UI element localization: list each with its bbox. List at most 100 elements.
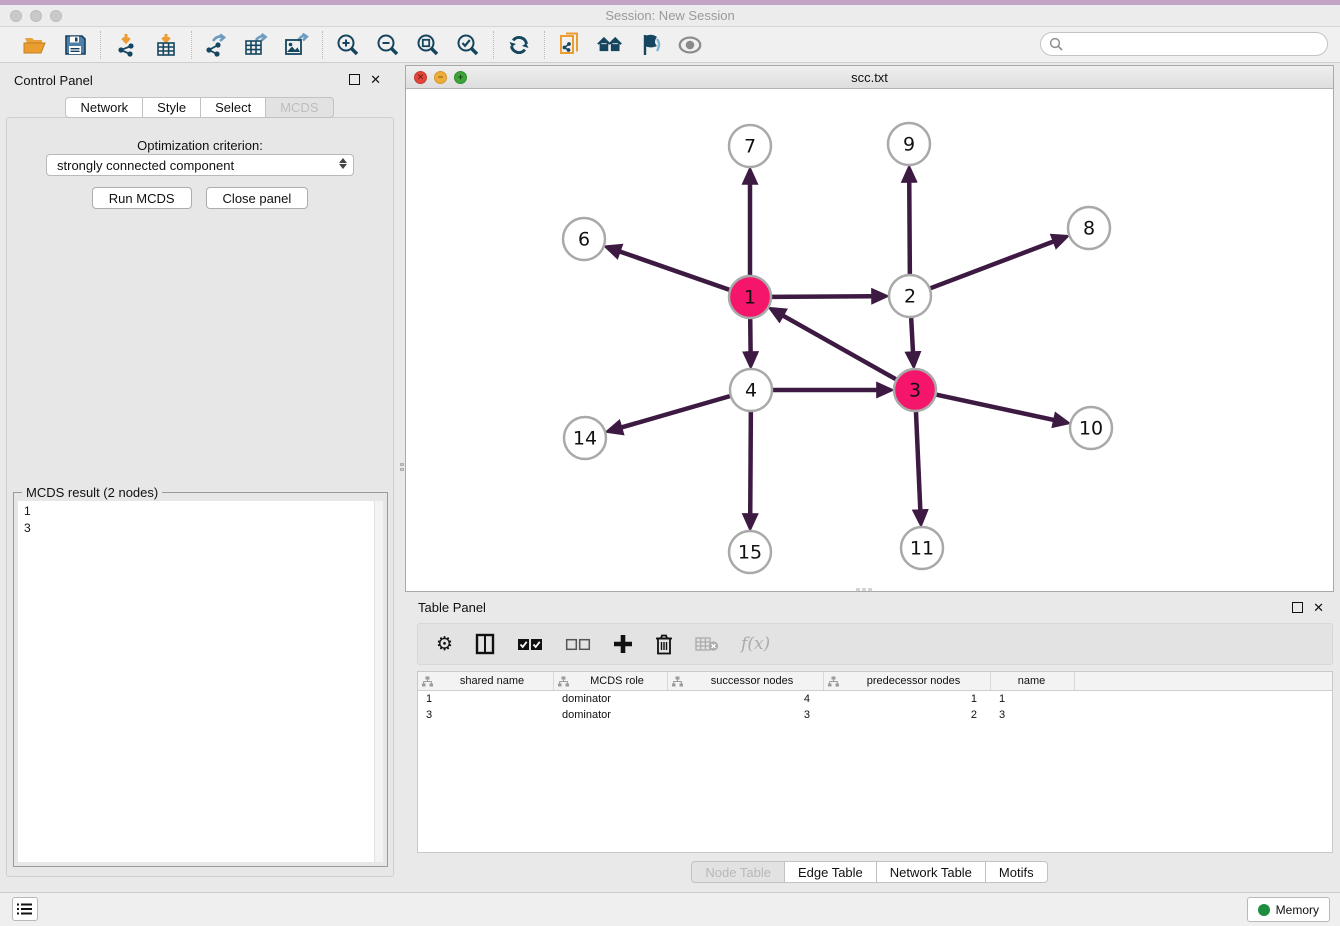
edge-1-2[interactable] (772, 296, 873, 297)
table-close-panel-icon[interactable]: ✕ (1313, 601, 1324, 614)
control-panel-tabs: NetworkStyleSelectMCDS (0, 97, 399, 118)
task-history-button[interactable] (12, 897, 38, 921)
deselect-all-icon[interactable] (565, 638, 591, 651)
column-header-successor_nodes[interactable]: successor nodes (668, 672, 824, 690)
tab-network-table[interactable]: Network Table (877, 861, 986, 883)
control-panel-title: Control Panel (14, 73, 93, 88)
cell-mcds_role[interactable]: dominator (554, 709, 668, 721)
cell-name[interactable]: 3 (991, 709, 1075, 721)
cell-successor_nodes[interactable]: 4 (668, 693, 824, 705)
node-label-9: 9 (903, 134, 915, 156)
cell-name[interactable]: 1 (991, 693, 1075, 705)
network-window-title: scc.txt (406, 70, 1333, 85)
result-scrollbar[interactable] (374, 501, 383, 862)
mcds-result-list[interactable]: 1 3 (18, 501, 383, 862)
table-panel-title: Table Panel (418, 600, 486, 615)
tab-style[interactable]: Style (143, 97, 201, 118)
run-mcds-button[interactable]: Run MCDS (92, 187, 192, 209)
table-row[interactable]: 1dominator411 (418, 691, 1332, 707)
select-all-icon[interactable] (517, 638, 543, 651)
show-hide-icon[interactable] (677, 32, 703, 58)
edge-4-15[interactable] (750, 412, 751, 515)
control-panel-header: Control Panel ✕ (0, 65, 399, 95)
node-label-3: 3 (909, 380, 921, 402)
memory-button[interactable]: Memory (1247, 897, 1330, 922)
tab-mcds[interactable]: MCDS (266, 97, 333, 118)
column-header-predecessor_nodes[interactable]: predecessor nodes (824, 672, 991, 690)
add-column-icon[interactable] (613, 634, 633, 654)
cell-successor_nodes[interactable]: 3 (668, 709, 824, 721)
cell-shared_name[interactable]: 3 (418, 709, 554, 721)
tab-node-table[interactable]: Node Table (691, 861, 785, 883)
network-window-titlebar[interactable]: ✕ − + scc.txt (406, 66, 1333, 89)
search-icon (1049, 37, 1063, 51)
network-canvas[interactable]: 7968124314101511 (406, 89, 1333, 591)
clone-network-icon[interactable] (557, 32, 583, 58)
close-panel-button[interactable]: Close panel (206, 187, 309, 209)
import-network-icon[interactable] (113, 32, 139, 58)
zoom-out-icon[interactable] (375, 32, 401, 58)
search-box[interactable] (1040, 32, 1328, 56)
refresh-icon[interactable] (506, 32, 532, 58)
table-header-row: shared nameMCDS rolesuccessor nodesprede… (418, 672, 1332, 691)
zoom-selected-icon[interactable] (455, 32, 481, 58)
cell-mcds_role[interactable]: dominator (554, 693, 668, 705)
network-graph[interactable]: 7968124314101511 (406, 89, 1333, 591)
table-row[interactable]: 3dominator323 (418, 707, 1332, 723)
edge-3-11[interactable] (916, 412, 920, 511)
zoom-in-icon[interactable] (335, 32, 361, 58)
main-toolbar (0, 27, 1340, 63)
delete-table-icon[interactable] (695, 636, 719, 652)
zoom-fit-icon[interactable] (415, 32, 441, 58)
search-input[interactable] (1063, 37, 1313, 51)
list-icon (17, 902, 33, 916)
edge-4-14[interactable] (621, 396, 730, 428)
column-header-shared_name[interactable]: shared name (418, 672, 554, 690)
status-bar: Memory (0, 892, 1340, 926)
mcds-result-group: MCDS result (2 nodes) 1 3 (13, 492, 388, 867)
close-panel-icon[interactable]: ✕ (370, 73, 381, 86)
edge-2-8[interactable] (931, 241, 1055, 288)
export-image-icon[interactable] (284, 32, 310, 58)
app-title: Session: New Session (0, 8, 1340, 23)
table-settings-icon[interactable]: ⚙ (436, 633, 453, 655)
sort-tree-icon (558, 676, 569, 687)
edge-3-1[interactable] (782, 315, 896, 379)
memory-label: Memory (1276, 903, 1319, 917)
sort-tree-icon (422, 676, 433, 687)
table-float-panel-icon[interactable] (1292, 602, 1303, 613)
tab-motifs[interactable]: Motifs (986, 861, 1048, 883)
edge-2-3[interactable] (911, 318, 913, 353)
edge-3-10[interactable] (937, 395, 1055, 421)
panel-divider-handle[interactable] (399, 458, 404, 476)
node-label-10: 10 (1079, 418, 1103, 440)
tab-network[interactable]: Network (65, 97, 143, 118)
home-icon[interactable] (597, 32, 623, 58)
edge-2-9[interactable] (909, 181, 910, 274)
column-visibility-icon[interactable] (475, 633, 495, 655)
cell-predecessor_nodes[interactable]: 2 (824, 709, 991, 721)
function-builder-icon[interactable]: f(x) (741, 634, 770, 654)
criterion-value: strongly connected component (57, 158, 234, 173)
column-header-name[interactable]: name (991, 672, 1075, 690)
criterion-dropdown[interactable]: strongly connected component (46, 154, 354, 176)
node-table[interactable]: shared nameMCDS rolesuccessor nodesprede… (417, 671, 1333, 853)
export-table-icon[interactable] (244, 32, 270, 58)
float-panel-icon[interactable] (349, 74, 360, 85)
import-table-icon[interactable] (153, 32, 179, 58)
window-divider-handle[interactable] (856, 588, 872, 592)
export-network-icon[interactable] (204, 32, 230, 58)
save-session-icon[interactable] (62, 32, 88, 58)
edge-1-6[interactable] (619, 251, 729, 290)
delete-column-icon[interactable] (655, 634, 673, 655)
node-label-11: 11 (910, 538, 934, 560)
tab-select[interactable]: Select (201, 97, 266, 118)
cell-shared_name[interactable]: 1 (418, 693, 554, 705)
cell-predecessor_nodes[interactable]: 1 (824, 693, 991, 705)
open-session-icon[interactable] (22, 32, 48, 58)
mcds-result-legend: MCDS result (2 nodes) (22, 485, 162, 500)
tab-edge-table[interactable]: Edge Table (785, 861, 877, 883)
apply-style-icon[interactable] (637, 32, 663, 58)
memory-status-icon (1258, 904, 1270, 916)
column-header-mcds_role[interactable]: MCDS role (554, 672, 668, 690)
